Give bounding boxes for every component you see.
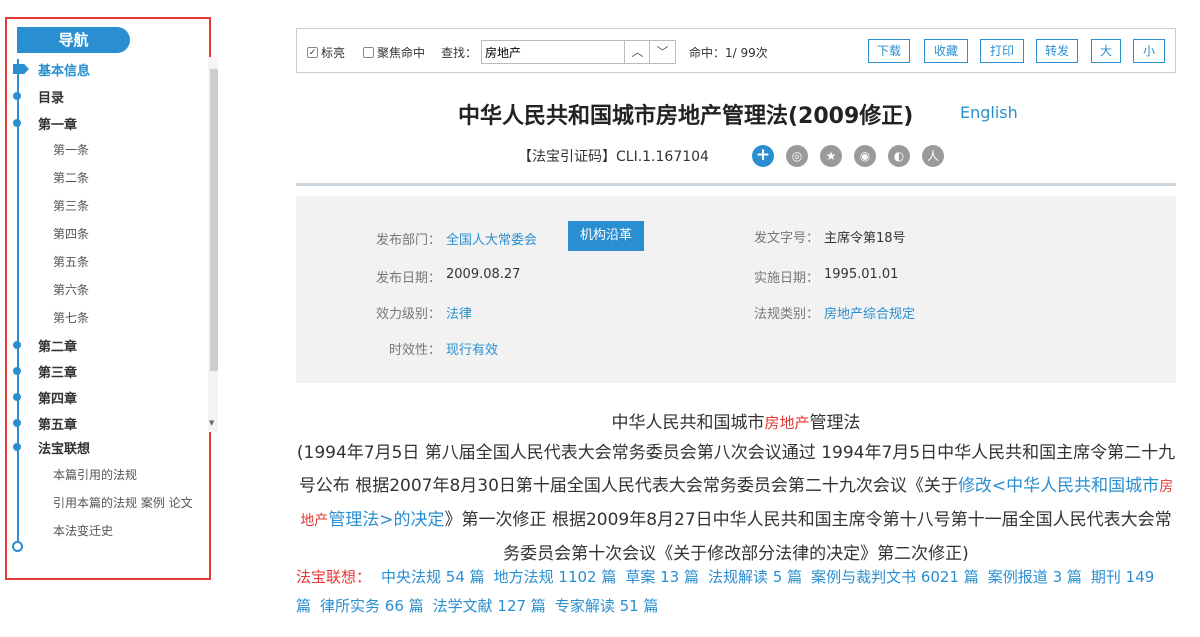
nav-dot	[13, 341, 21, 349]
docno-label: 发文字号：	[754, 231, 820, 246]
association-link[interactable]: 专家解读 51 篇	[555, 597, 659, 615]
effdate-label: 实施日期：	[754, 271, 820, 286]
pubdate-label: 发布日期：	[376, 271, 442, 286]
search-input[interactable]	[485, 43, 623, 61]
preamble-text-2: 》第一次修正 根据2009年8月27日中华人民共和国主席令第十八号第十一届全国人…	[444, 510, 1172, 564]
highlight-toggle[interactable]: ✓ 标亮	[307, 44, 345, 61]
weibo-icon[interactable]: ◉	[854, 145, 876, 167]
search-box: ︿ ﹀	[481, 40, 676, 64]
wechat-icon[interactable]: ◎	[786, 145, 808, 167]
nav-item[interactable]: 本篇引用的法规	[53, 466, 137, 483]
favorite-button[interactable]: 收藏	[924, 39, 968, 63]
document-title: 中华人民共和国城市房地产管理法(2009修正)	[458, 104, 914, 129]
nav-item[interactable]: 目录	[38, 87, 64, 106]
document-metadata: 发布部门： 全国人大常委会 机构沿革 发文字号： 主席令第18号 发布日期： 2…	[296, 196, 1176, 383]
nav-item[interactable]: 第一条	[53, 141, 89, 158]
amendment-link-text-1: 修改<中华人民共和国城市	[957, 476, 1160, 496]
validity-value-link[interactable]: 现行有效	[446, 339, 498, 358]
nav-dot	[13, 443, 21, 451]
highlight-checkbox[interactable]: ✓	[307, 47, 318, 58]
nav-item[interactable]: 本法变迁史	[53, 522, 113, 539]
font-larger-button[interactable]: 大	[1091, 39, 1121, 63]
level-value-link[interactable]: 法律	[446, 303, 472, 322]
nav-timeline	[17, 59, 19, 545]
nav-item[interactable]: 第六条	[53, 281, 89, 298]
nav-item[interactable]: 引用本篇的法规 案例 论文	[53, 494, 193, 511]
hit-count: 命中：1/ 99次	[689, 46, 768, 60]
association-link[interactable]: 案例与裁判文书 6021 篇	[811, 568, 979, 586]
nav-dot	[13, 119, 21, 127]
renren-icon[interactable]: 人	[922, 145, 944, 167]
nav-item[interactable]: 第五条	[53, 253, 89, 270]
nav-dot	[13, 92, 21, 100]
nav-item[interactable]: 第三章	[38, 362, 77, 381]
search-toolbar: ✓ 标亮 聚焦命中 查找： ︿ ﹀ 命中：1/ 99次 下载 收藏 打印 转发 …	[296, 28, 1176, 73]
dept-value-link[interactable]: 全国人大常委会	[446, 229, 537, 248]
qq-icon[interactable]: ◐	[888, 145, 910, 167]
dept-label: 发布部门：	[376, 233, 442, 248]
download-button[interactable]: 下载	[868, 39, 910, 63]
association-link[interactable]: 地方法规 1102 篇	[494, 568, 617, 586]
nav-timeline-end	[12, 541, 23, 552]
navigation-panel: 导航 基本信息目录第一章第一条第二条第三条第四条第五条第六条第七条第二章第三章第…	[5, 17, 218, 580]
pubdate-value: 2009.08.27	[446, 267, 521, 282]
citation-label: 【法宝引证码】	[518, 149, 616, 165]
nav-item[interactable]: 第四条	[53, 225, 89, 242]
nav-item[interactable]: 第五章	[38, 414, 77, 433]
print-button[interactable]: 打印	[980, 39, 1024, 63]
nav-dot	[13, 419, 21, 427]
highlight-label: 标亮	[321, 46, 346, 60]
citation-code: 【法宝引证码】CLI.1.167104	[518, 146, 709, 166]
effdate-value: 1995.01.01	[824, 267, 899, 282]
law-preamble: (1994年7月5日 第八届全国人民代表大会常务委员会第八次会议通过 1994年…	[296, 437, 1176, 571]
font-smaller-button[interactable]: 小	[1133, 39, 1165, 63]
association-link[interactable]: 律所实务 66 篇	[320, 597, 424, 615]
association-link[interactable]: 法规解读 5 篇	[708, 568, 802, 586]
forward-button[interactable]: 转发	[1036, 39, 1078, 63]
star-icon[interactable]: ★	[820, 145, 842, 167]
plus-icon[interactable]: +	[752, 145, 774, 167]
org-history-button[interactable]: 机构沿革	[568, 221, 644, 251]
nav-item[interactable]: 基本信息	[38, 60, 90, 79]
amendment-link-text-2: 管理法>的决定	[328, 510, 445, 530]
focus-toggle[interactable]: 聚焦命中	[363, 44, 425, 61]
citation-value: CLI.1.167104	[616, 149, 709, 165]
nav-item[interactable]: 第一章	[38, 114, 77, 133]
search-label: 查找：	[441, 46, 478, 60]
title-divider	[296, 183, 1176, 186]
level-label: 效力级别：	[376, 307, 442, 322]
focus-label: 聚焦命中	[377, 46, 426, 60]
nav-item[interactable]: 法宝联想	[38, 438, 90, 457]
nav-item[interactable]: 第三条	[53, 197, 89, 214]
focus-checkbox[interactable]	[363, 47, 374, 58]
nav-dot	[13, 393, 21, 401]
association-link[interactable]: 中央法规 54 篇	[381, 568, 485, 586]
nav-item[interactable]: 第七条	[53, 309, 89, 326]
nav-item[interactable]: 第四章	[38, 388, 77, 407]
law-heading: 中华人民共和国城市房地产管理法	[296, 408, 1176, 433]
validity-label: 时效性：	[389, 343, 442, 358]
category-value-link[interactable]: 房地产综合规定	[824, 303, 915, 322]
search-highlight: 房地产	[764, 414, 810, 432]
category-label: 法规类别：	[754, 307, 820, 322]
legal-associations: 法宝联想： 中央法规 54 篇地方法规 1102 篇草案 13 篇法规解读 5 篇…	[296, 563, 1176, 621]
nav-item[interactable]: 第二条	[53, 169, 89, 186]
docno-value: 主席令第18号	[824, 231, 906, 246]
scroll-down-icon[interactable]: ▼	[209, 419, 214, 427]
nav-item[interactable]: 第二章	[38, 336, 77, 355]
english-version-link[interactable]: English	[960, 103, 1018, 122]
prev-hit-chevron-up-icon[interactable]: ︿	[624, 41, 650, 63]
association-link[interactable]: 草案 13 篇	[625, 568, 699, 586]
next-hit-chevron-down-icon[interactable]: ﹀	[649, 41, 675, 63]
association-link[interactable]: 案例报道 3 篇	[988, 568, 1082, 586]
nav-scrollbar-thumb[interactable]	[210, 69, 218, 371]
law-heading-pre: 中华人民共和国城市	[611, 413, 765, 433]
associations-label: 法宝联想：	[296, 568, 372, 586]
nav-title: 导航	[17, 27, 130, 53]
law-heading-post: 管理法	[809, 413, 861, 433]
nav-dot	[13, 367, 21, 375]
association-link[interactable]: 法学文献 127 篇	[433, 597, 546, 615]
nav-active-marker	[13, 64, 29, 74]
